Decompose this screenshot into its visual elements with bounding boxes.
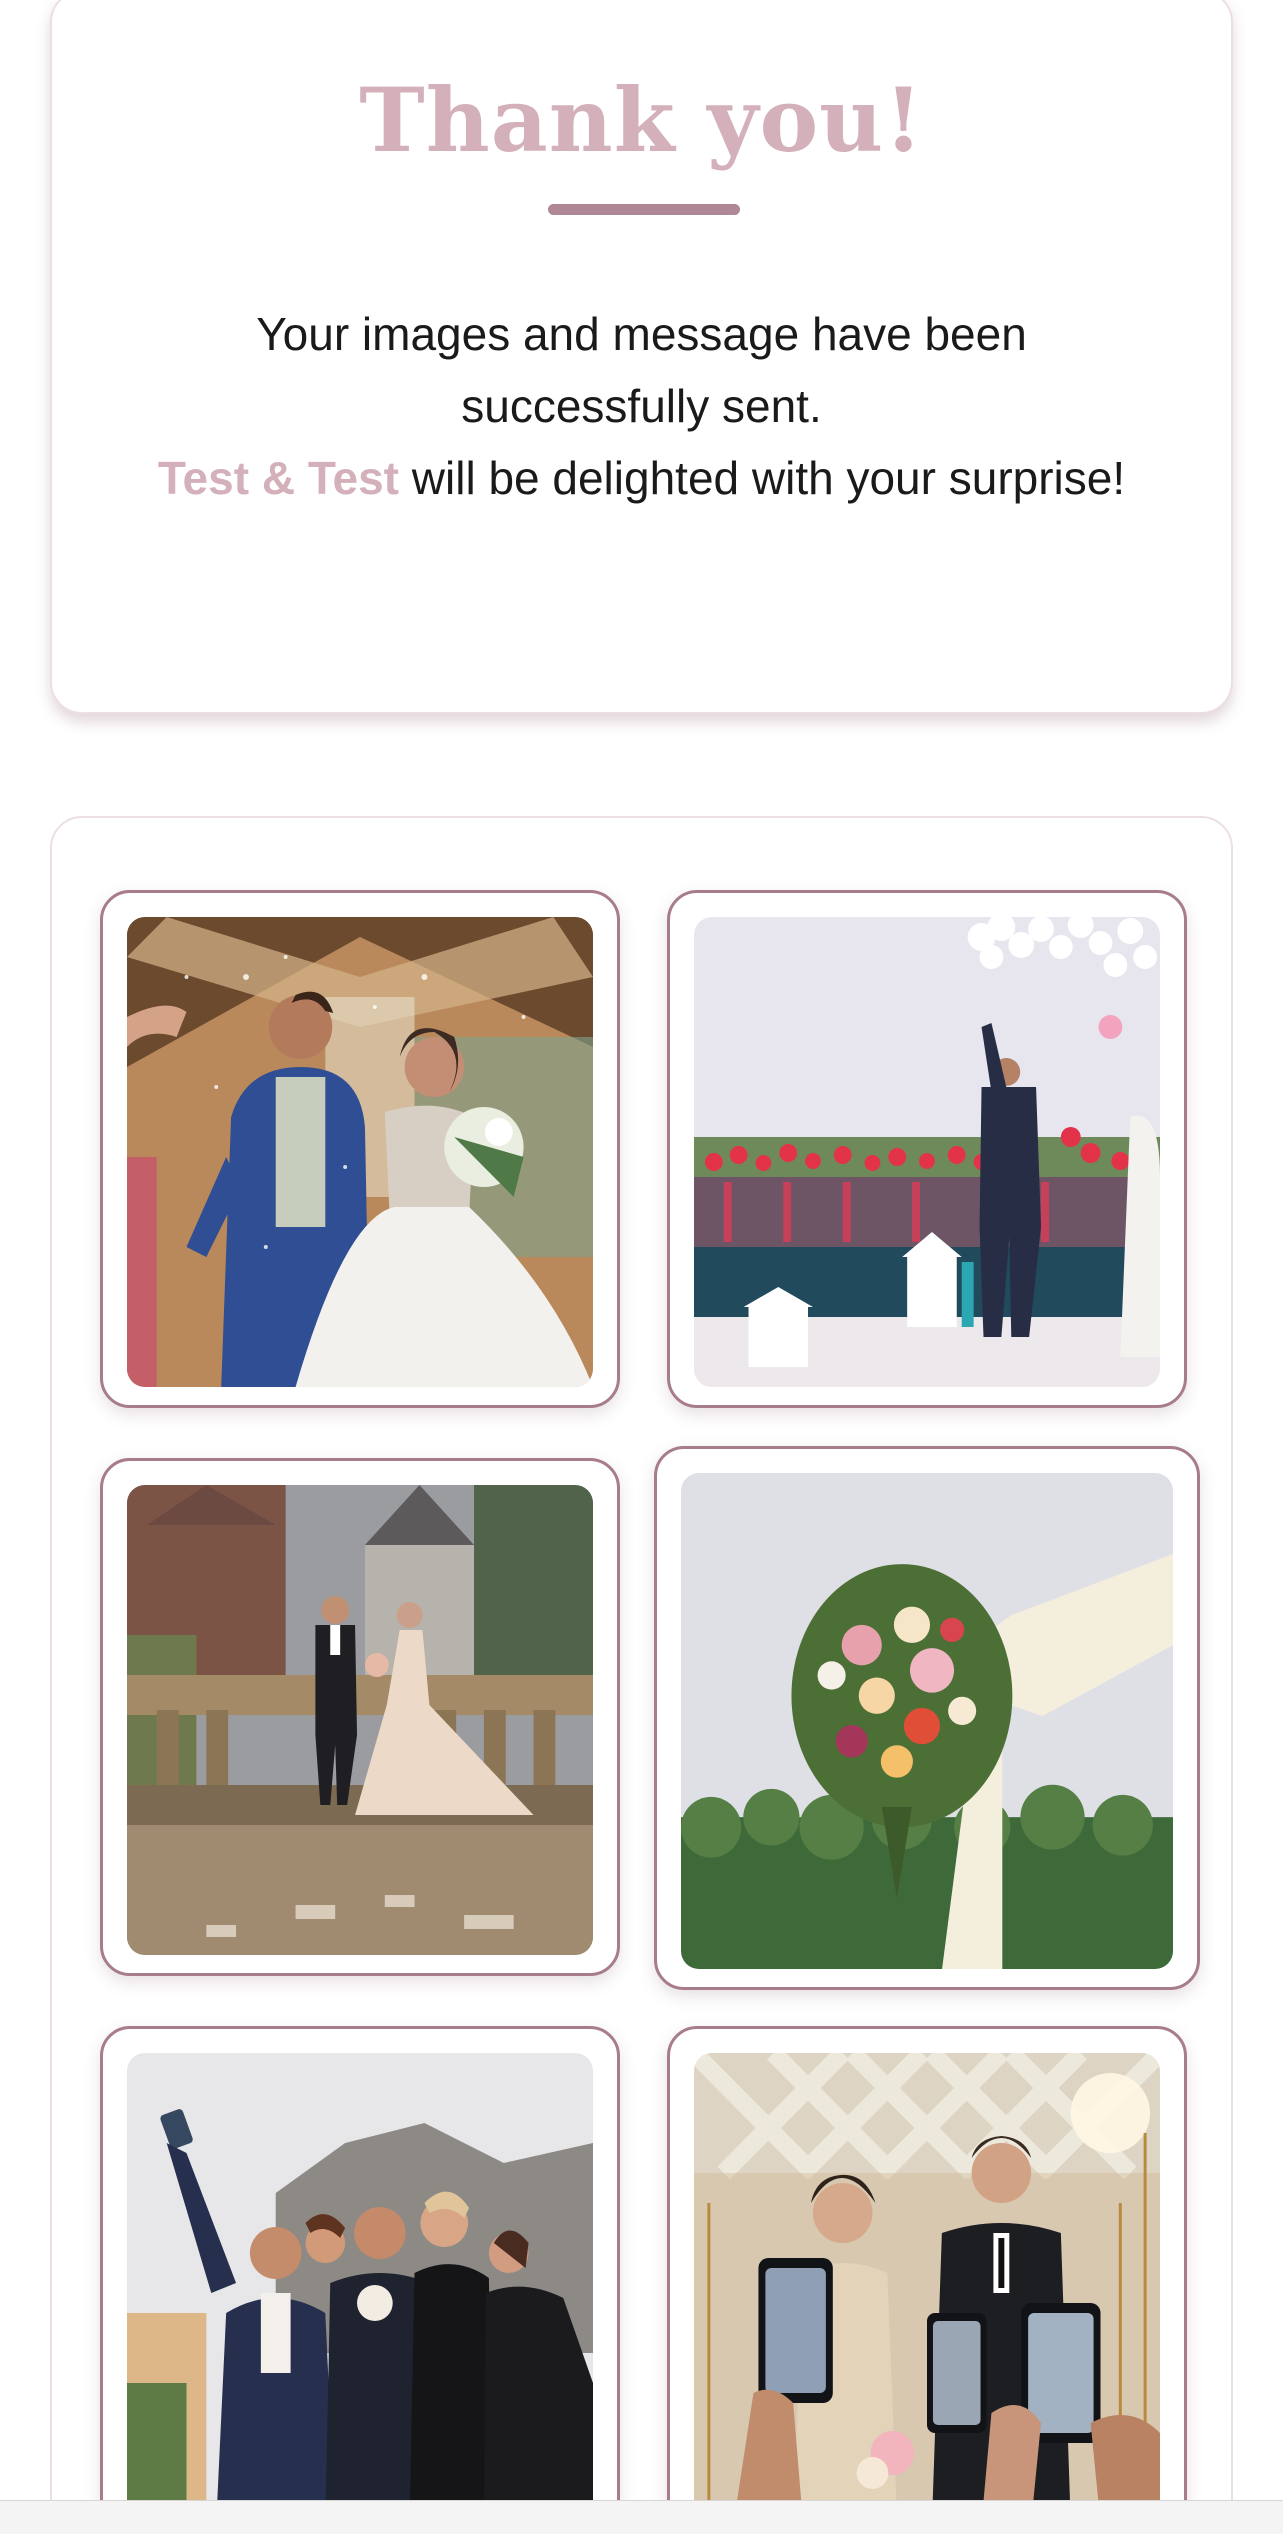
photo-card[interactable] <box>667 2026 1187 2534</box>
message-delight-text: will be delighted with your surprise! <box>399 452 1126 504</box>
photo-card[interactable] <box>100 890 620 1408</box>
browser-bottom-bar <box>0 2500 1283 2534</box>
thank-you-card: Thank you! Your images and message have … <box>50 0 1233 714</box>
photo-confetti-couple <box>127 917 593 1387</box>
photo-card[interactable] <box>667 890 1187 1408</box>
couple-name: Test & Test <box>157 452 399 504</box>
message-sent-text: Your images and message have been succes… <box>256 308 1027 432</box>
photo-gallery <box>50 816 1233 2534</box>
photo-card[interactable] <box>100 2026 620 2534</box>
thank-you-title: Thank you! <box>359 68 924 172</box>
photo-group-selfie <box>127 2053 593 2523</box>
photo-couple-phones <box>694 2053 1160 2523</box>
photo-castle-terrace <box>127 1485 593 1955</box>
confirmation-message: Your images and message have been succes… <box>142 298 1141 514</box>
photo-balloons-pool <box>694 917 1160 1387</box>
thank-you-page: Thank you! Your images and message have … <box>0 0 1283 2534</box>
photo-card[interactable] <box>100 1458 620 1976</box>
title-underline <box>548 204 740 215</box>
photo-card[interactable] <box>654 1446 1200 1990</box>
photo-bouquet-arch <box>681 1473 1173 1969</box>
